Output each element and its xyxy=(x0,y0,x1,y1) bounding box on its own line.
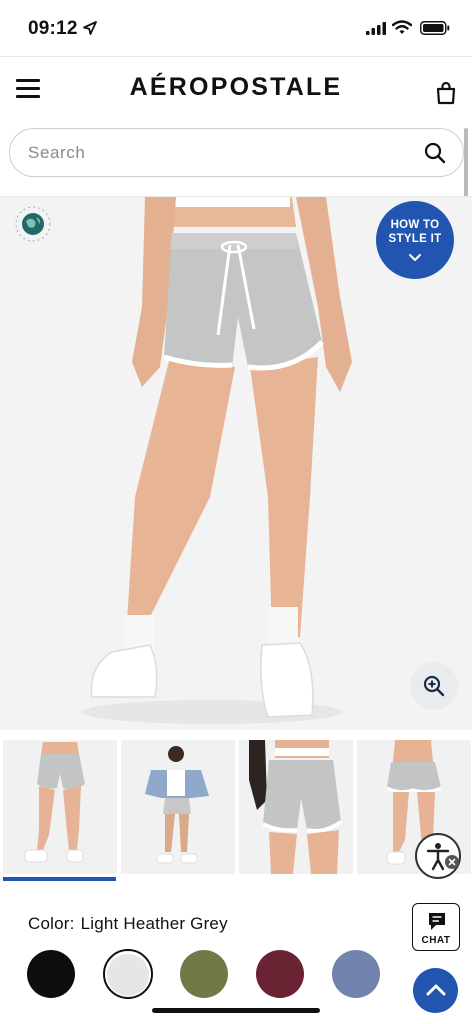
scroll-to-top-button[interactable] xyxy=(413,968,458,1013)
thumbnail-2[interactable] xyxy=(121,740,235,874)
product-photo xyxy=(0,197,472,730)
search-bar xyxy=(9,128,464,177)
thumbnail-photo xyxy=(3,740,117,874)
wifi-icon xyxy=(392,20,412,34)
color-swatch-2[interactable] xyxy=(107,954,149,996)
home-indicator xyxy=(152,1008,320,1013)
chat-bubble-icon xyxy=(429,913,445,930)
thumbnail-active-indicator xyxy=(3,877,116,881)
status-time: 09:12 xyxy=(28,18,78,39)
search-input[interactable] xyxy=(28,141,408,165)
style-button-line1: HOW TO xyxy=(390,219,440,231)
chevron-down-icon xyxy=(409,254,421,261)
status-bar: 09:12 xyxy=(0,0,472,56)
shopping-bag-icon[interactable] xyxy=(435,81,457,105)
color-swatch-3[interactable] xyxy=(180,950,228,998)
thumbnail-photo xyxy=(121,740,235,874)
color-swatch-5[interactable] xyxy=(332,950,380,998)
chat-button[interactable]: CHAT xyxy=(412,903,460,951)
brand-logo[interactable]: AÉROPOSTALE xyxy=(0,73,472,102)
thumbnail-1[interactable] xyxy=(3,740,117,874)
signal-icon xyxy=(366,22,386,35)
color-swatch-1[interactable] xyxy=(27,950,75,998)
style-button-line2: STYLE IT xyxy=(388,233,442,245)
color-label: Color: Light Heather Grey xyxy=(28,914,228,934)
how-to-style-it-button[interactable]: HOW TO STYLE IT xyxy=(376,201,454,279)
impact-aero-globe-icon xyxy=(15,206,51,242)
selected-color-name: Light Heather Grey xyxy=(80,914,228,933)
thumbnail-3[interactable] xyxy=(239,740,353,874)
location-arrow-icon xyxy=(83,21,97,35)
zoom-in-icon xyxy=(423,675,445,697)
zoom-in-button[interactable] xyxy=(410,662,458,710)
color-label-prefix: Color: xyxy=(28,914,75,933)
product-thumbnails xyxy=(0,740,472,884)
site-header: AÉROPOSTALE xyxy=(0,56,472,124)
product-main-image[interactable]: HOW TO STYLE IT xyxy=(0,196,472,730)
close-icon[interactable] xyxy=(445,855,459,869)
chevron-up-icon xyxy=(426,984,446,996)
thumbnail-photo xyxy=(239,740,353,874)
battery-icon xyxy=(420,21,450,35)
color-swatch-4[interactable] xyxy=(256,950,304,998)
chat-label: CHAT xyxy=(421,935,451,946)
search-icon[interactable] xyxy=(424,142,446,164)
